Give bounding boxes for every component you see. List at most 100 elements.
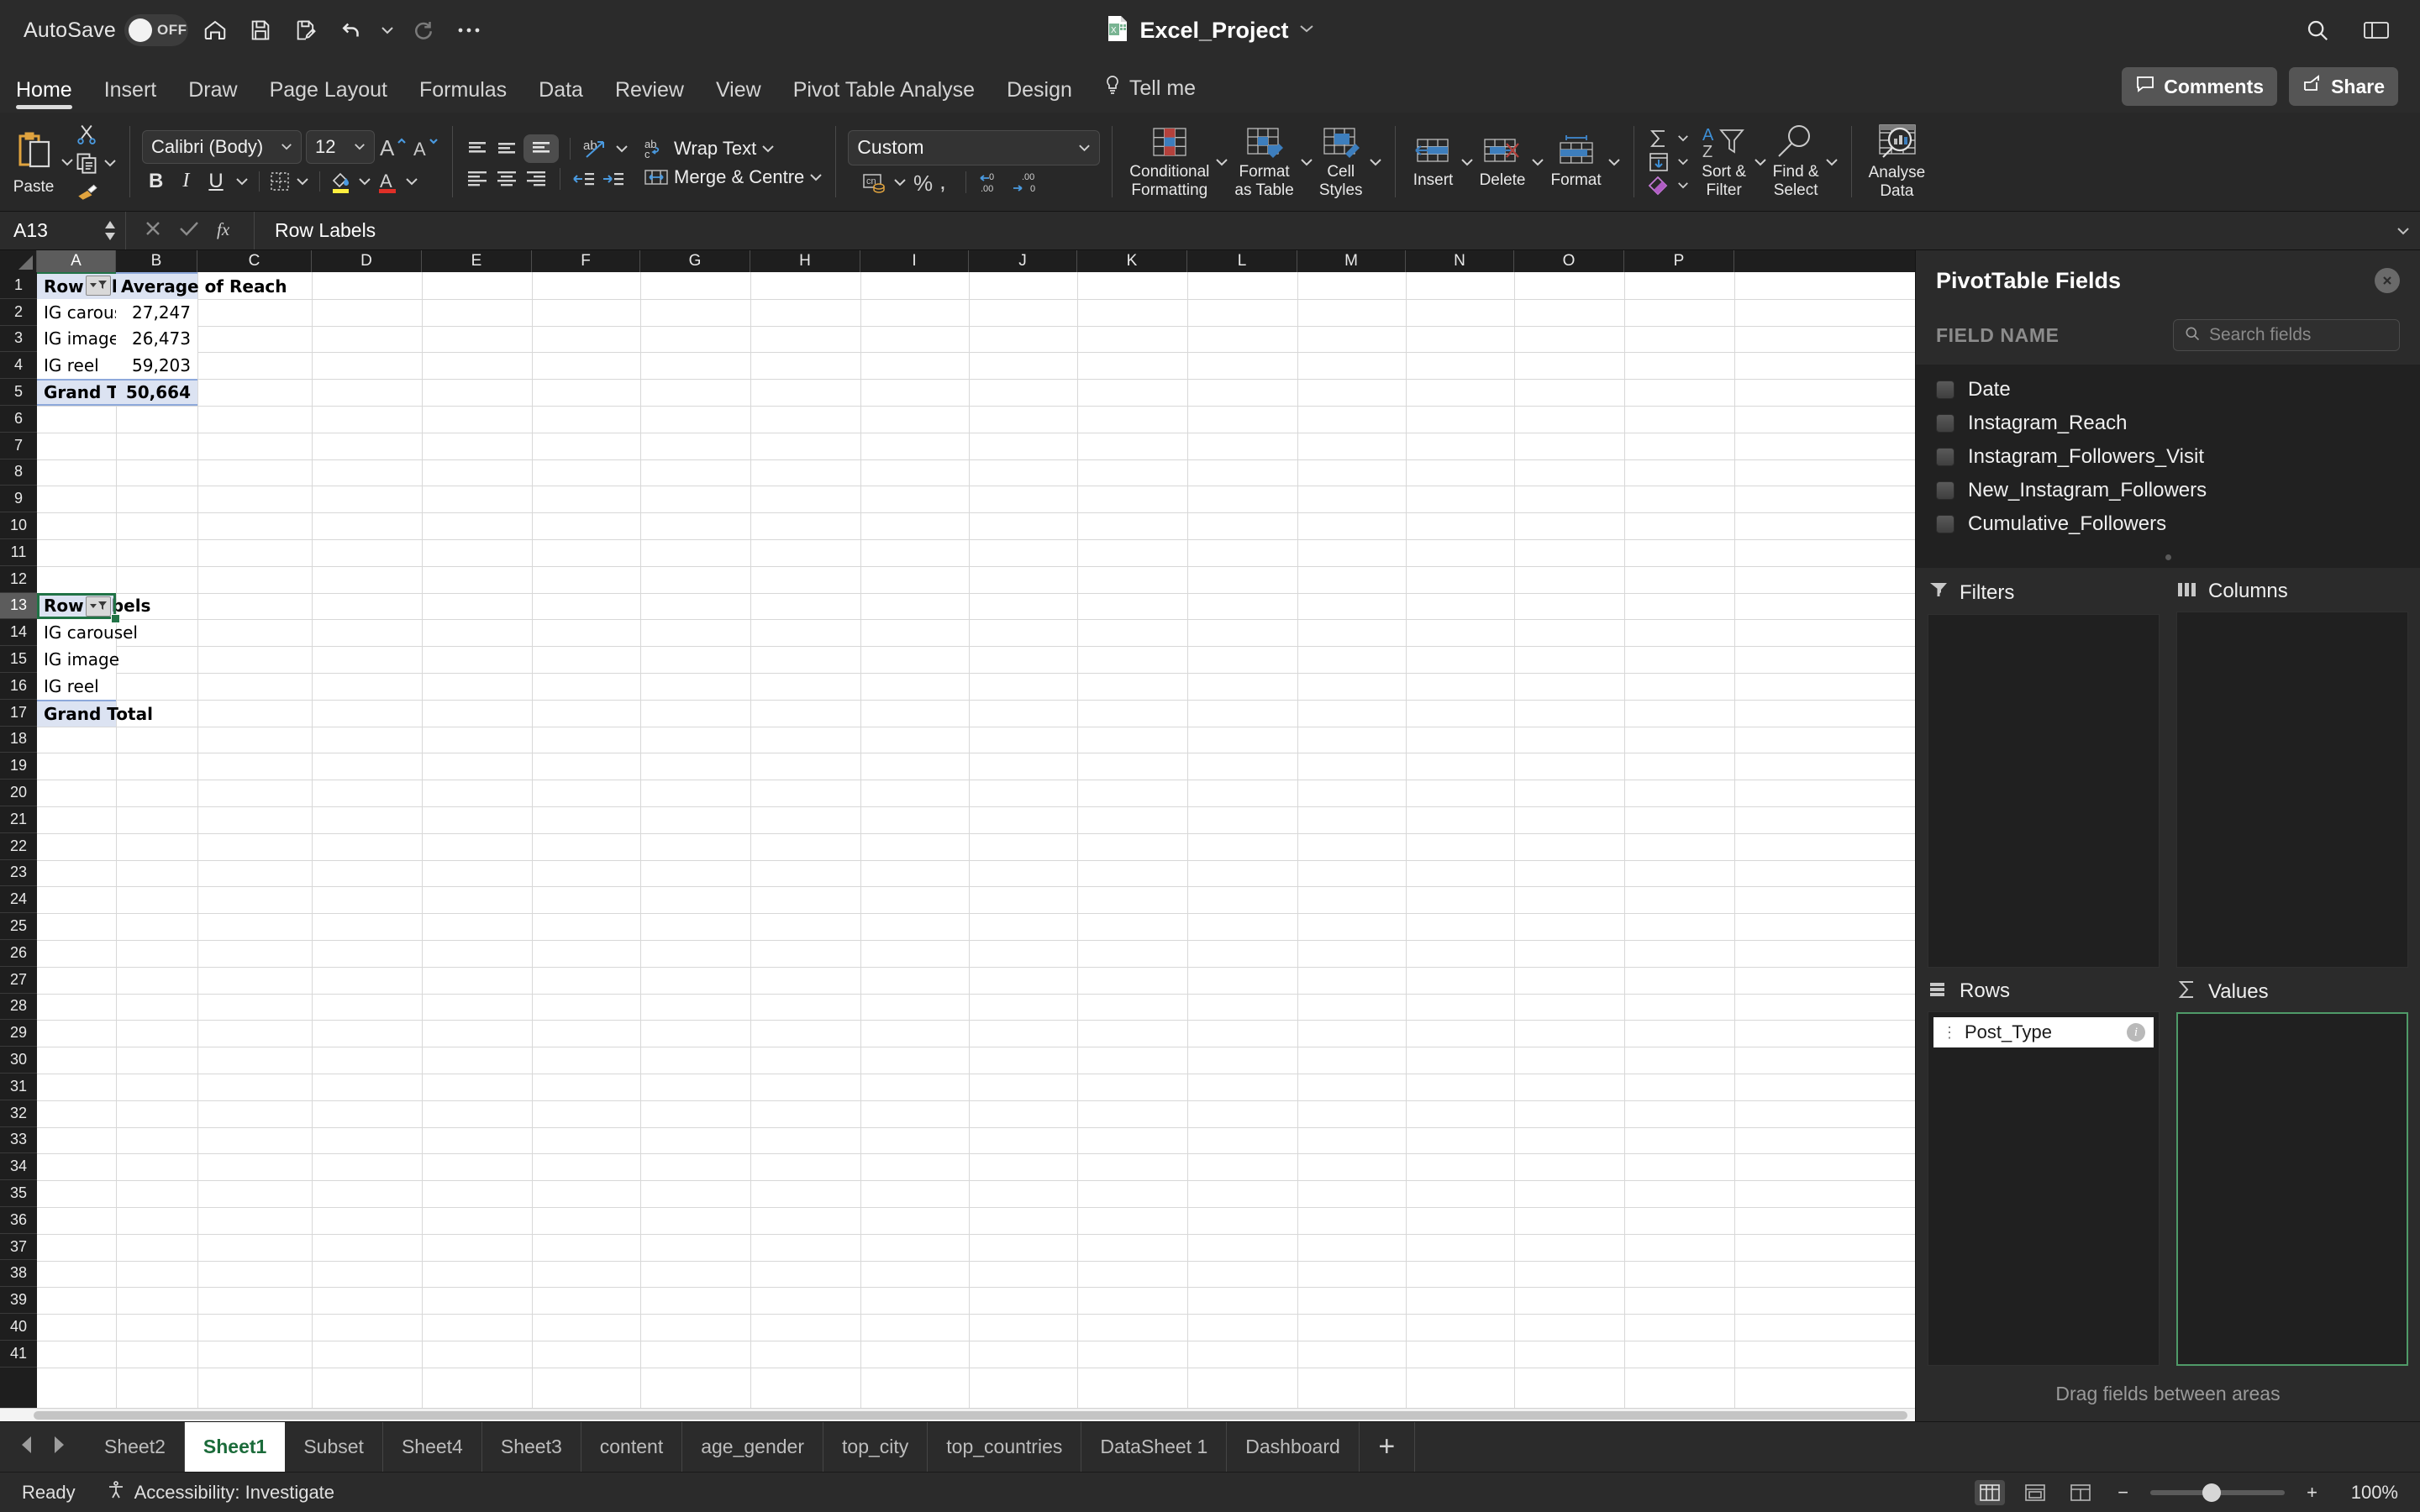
align-bottom-icon[interactable] <box>523 134 559 163</box>
format-painter-icon[interactable] <box>75 180 98 202</box>
cell[interactable]: 27,247 <box>116 298 197 326</box>
search-input[interactable] <box>2209 325 2389 345</box>
tab-draw[interactable]: Draw <box>172 78 253 113</box>
sheet-tab-datasheet-1[interactable]: DataSheet 1 <box>1081 1422 1228 1472</box>
cell[interactable]: IG reel <box>37 673 116 700</box>
col-header-A[interactable]: A <box>37 250 116 272</box>
undo-icon[interactable] <box>333 12 370 49</box>
bold-button[interactable]: B <box>142 170 170 193</box>
accounting-format-icon[interactable]: cn <box>861 171 888 194</box>
tab-design[interactable]: Design <box>991 78 1088 113</box>
row-header-15[interactable]: 15 <box>0 646 37 673</box>
sheet-tab-dashboard[interactable]: Dashboard <box>1227 1422 1360 1472</box>
insert-cells-button[interactable]: Insert <box>1407 134 1460 190</box>
align-middle-icon[interactable] <box>494 138 519 160</box>
add-sheet-button[interactable]: + <box>1360 1422 1415 1472</box>
page-layout-view-icon[interactable] <box>2020 1480 2050 1505</box>
row-header-16[interactable]: 16 <box>0 673 37 700</box>
tab-page-layout[interactable]: Page Layout <box>254 78 403 113</box>
row-header-22[interactable]: 22 <box>0 833 37 860</box>
font-color-chevron-down-icon[interactable] <box>404 174 419 189</box>
zoom-in-button[interactable]: + <box>2300 1482 2324 1504</box>
col-header-H[interactable]: H <box>750 250 860 272</box>
increase-decimal-icon[interactable]: 0.00 <box>977 171 1006 194</box>
cancel-formula-icon[interactable] <box>143 218 163 243</box>
row-header-7[interactable]: 7 <box>0 433 37 459</box>
ribbon-display-icon[interactable] <box>2358 12 2395 49</box>
tab-view[interactable]: View <box>700 78 777 113</box>
values-dropzone[interactable] <box>2176 1012 2408 1366</box>
cell[interactable]: Grand Total <box>37 379 153 406</box>
col-header-I[interactable]: I <box>860 250 969 272</box>
orientation-chevron-down-icon[interactable] <box>614 141 629 156</box>
cell[interactable]: Grand Total <box>37 699 153 727</box>
tab-insert[interactable]: Insert <box>88 78 173 113</box>
next-sheet-icon[interactable] <box>50 1435 67 1459</box>
col-header-B[interactable]: B <box>116 250 197 272</box>
conditional-formatting-chevron-down-icon[interactable] <box>1214 155 1229 170</box>
tab-formulas[interactable]: Formulas <box>403 78 523 113</box>
drag-handle-icon[interactable]: ⋮ <box>1942 1024 1957 1042</box>
cell[interactable]: IG carousel <box>37 298 138 326</box>
row-header-34[interactable]: 34 <box>0 1153 37 1181</box>
merge-centre-label[interactable]: Merge & Centre <box>674 166 804 188</box>
merge-chevron-down-icon[interactable] <box>808 170 823 185</box>
row-header-38[interactable]: 38 <box>0 1260 37 1288</box>
row-header-3[interactable]: 3 <box>0 326 37 353</box>
cut-icon[interactable] <box>75 123 98 146</box>
sheet-tab-sheet2[interactable]: Sheet2 <box>86 1422 185 1472</box>
previous-sheet-icon[interactable] <box>18 1435 35 1459</box>
wrap-text-label[interactable]: Wrap Text <box>674 138 756 160</box>
rows-field-chip-post-type[interactable]: ⋮ Post_Type i <box>1933 1017 2154 1047</box>
row-header-21[interactable]: 21 <box>0 806 37 833</box>
wrap-text-chevron-down-icon[interactable] <box>760 141 776 156</box>
row-header-25[interactable]: 25 <box>0 913 37 940</box>
filter-dropdown-icon[interactable] <box>86 276 111 296</box>
sheet-tab-age-gender[interactable]: age_gender <box>682 1422 824 1472</box>
tab-data[interactable]: Data <box>523 78 599 113</box>
row-header-8[interactable]: 8 <box>0 459 37 486</box>
decrease-decimal-icon[interactable]: .00 0 <box>1010 171 1039 194</box>
autosum-chevron-down-icon[interactable] <box>1676 131 1691 146</box>
row-header-23[interactable]: 23 <box>0 860 37 887</box>
number-format-select[interactable]: Custom <box>848 129 1101 165</box>
increase-indent-icon[interactable] <box>601 169 626 189</box>
cell[interactable]: 50,664 <box>116 379 197 406</box>
row-header-17[interactable]: 17 <box>0 700 37 727</box>
rows-dropzone[interactable]: ⋮ Post_Type i <box>1928 1011 2160 1366</box>
title-chevron-down-icon[interactable] <box>1299 23 1314 38</box>
panel-resize-handle[interactable] <box>1916 546 2420 568</box>
clear-icon[interactable] <box>1646 175 1671 197</box>
fill-color-chevron-down-icon[interactable] <box>357 174 372 189</box>
align-top-icon[interactable] <box>465 138 490 160</box>
col-header-L[interactable]: L <box>1187 250 1297 272</box>
fill-color-icon[interactable] <box>329 169 353 194</box>
cell[interactable]: IG image <box>37 325 119 353</box>
row-header-18[interactable]: 18 <box>0 727 37 753</box>
field-item-instagram-followers-visit[interactable]: Instagram_Followers_Visit <box>1916 440 2420 474</box>
cell-styles-chevron-down-icon[interactable] <box>1368 155 1383 170</box>
zoom-out-button[interactable]: − <box>2111 1482 2135 1504</box>
field-item-date[interactable]: Date <box>1916 373 2420 407</box>
autosum-icon[interactable] <box>1646 128 1671 150</box>
field-item-new-instagram-followers[interactable]: New_Instagram_Followers <box>1916 474 2420 507</box>
field-item-instagram-reach[interactable]: Instagram_Reach <box>1916 407 2420 440</box>
page-break-preview-icon[interactable] <box>2065 1480 2096 1505</box>
save-icon[interactable] <box>242 12 279 49</box>
undo-chevron-down-icon[interactable] <box>378 26 397 34</box>
row-header-20[interactable]: 20 <box>0 780 37 806</box>
field-item-cumulative-followers[interactable]: Cumulative_Followers <box>1916 507 2420 541</box>
find-select-button[interactable]: Find & Select <box>1768 123 1824 200</box>
row-header-30[interactable]: 30 <box>0 1047 37 1074</box>
select-all-corner[interactable] <box>0 250 37 272</box>
orientation-icon[interactable]: ab <box>581 137 610 160</box>
accessibility-status[interactable]: Accessibility: Investigate <box>106 1480 334 1504</box>
name-box[interactable]: A13 <box>0 212 126 249</box>
col-header-M[interactable]: M <box>1297 250 1406 272</box>
autosave-toggle[interactable]: OFF <box>124 14 189 46</box>
row-header-26[interactable]: 26 <box>0 940 37 967</box>
fill-handle[interactable] <box>111 614 120 624</box>
borders-chevron-down-icon[interactable] <box>295 174 310 189</box>
save-as-icon[interactable] <box>287 12 324 49</box>
row-header-19[interactable]: 19 <box>0 753 37 780</box>
